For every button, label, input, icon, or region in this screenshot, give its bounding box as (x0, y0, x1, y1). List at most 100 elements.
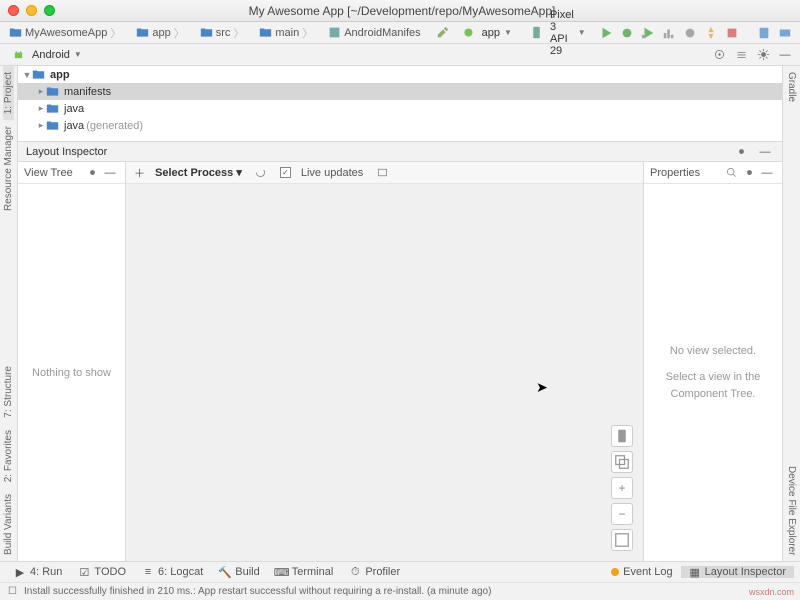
inspector-canvas: ＋ Select Process ▾ ✓ Live updates ➤ + (126, 162, 644, 561)
tree-row[interactable]: ▸ manifests (18, 83, 782, 100)
mode-3d-button[interactable] (611, 451, 633, 473)
gear-icon[interactable] (83, 164, 101, 182)
tab-logcat[interactable]: ≡6: Logcat (134, 566, 211, 578)
project-view-dropdown[interactable]: Android ▼ (6, 46, 88, 63)
profiler-icon: ⏱ (349, 566, 361, 578)
hide-panel-icon[interactable]: — (756, 143, 774, 161)
mouse-cursor-icon: ➤ (536, 379, 548, 396)
folder-icon (9, 26, 22, 39)
event-dot-icon (611, 568, 619, 576)
hide-panel-icon[interactable]: — (101, 164, 119, 182)
stop-button[interactable] (724, 25, 740, 41)
breadcrumb-item[interactable]: AndroidManifes (325, 26, 423, 39)
folder-icon (46, 119, 59, 132)
zoom-controls: + − (611, 425, 633, 551)
tool-window-device-file-explorer[interactable]: Device File Explorer (786, 460, 797, 561)
tool-window-gradle[interactable]: Gradle (786, 66, 797, 108)
folder-icon (46, 102, 59, 115)
device-dropdown[interactable]: Pixel 3 API 29 ▼ (524, 7, 592, 59)
collapse-all-icon[interactable] (732, 46, 750, 64)
left-tool-stripe: 1: Project Resource Manager 7: Structure… (0, 66, 18, 561)
android-icon (462, 26, 475, 39)
run-button[interactable] (598, 25, 614, 41)
build-icon: 🔨 (219, 566, 231, 578)
coverage-button[interactable] (640, 25, 656, 41)
tree-row[interactable]: ▸ java (generated) (18, 117, 782, 134)
view-tree-panel: View Tree — Nothing to show (18, 162, 126, 561)
tool-window-project[interactable]: 1: Project (3, 66, 14, 120)
terminal-icon: ⌨ (276, 566, 288, 578)
tab-build[interactable]: 🔨Build (211, 566, 267, 578)
layout-inspector-panel: Layout Inspector — View Tree — Nothing t… (18, 142, 782, 561)
device-label: Pixel 3 API 29 (550, 9, 574, 57)
debug-button[interactable] (619, 25, 635, 41)
snapshot-icon[interactable] (373, 164, 391, 182)
status-icon: ☐ (6, 585, 19, 598)
run-config-dropdown[interactable]: app ▼ (456, 24, 518, 41)
window-titlebar: My Awesome App [~/Development/repo/MyAwe… (0, 0, 800, 22)
properties-empty: No view selected. Select a view in the C… (644, 184, 782, 561)
breadcrumb-item[interactable]: app〉 (133, 25, 190, 41)
sdk-manager-icon[interactable] (777, 25, 793, 41)
module-icon (32, 68, 45, 81)
tree-label: java (64, 120, 84, 132)
run-config-label: app (482, 27, 500, 39)
build-hammer-icon[interactable] (436, 25, 450, 41)
gear-icon[interactable] (732, 143, 750, 161)
tool-window-structure[interactable]: 7: Structure (3, 360, 14, 424)
apply-changes-icon[interactable] (703, 25, 719, 41)
window-title: My Awesome App [~/Development/repo/MyAwe… (12, 4, 792, 18)
gear-icon[interactable] (740, 164, 758, 182)
breadcrumb-label: src (216, 27, 231, 39)
avd-manager-icon[interactable] (756, 25, 772, 41)
canvas-toolbar: ＋ Select Process ▾ ✓ Live updates (126, 162, 643, 184)
tab-event-log[interactable]: Event Log (603, 566, 681, 578)
breadcrumb-label: app (152, 27, 170, 39)
properties-empty-line: No view selected. (670, 343, 756, 360)
zoom-fit-button[interactable] (611, 529, 633, 551)
breadcrumb-item[interactable]: main〉 (256, 25, 319, 41)
project-view-label: Android (32, 49, 70, 61)
run-icon: ▶ (14, 566, 26, 578)
project-tree[interactable]: ▼ app ▸ manifests ▸ java ▸ java (generat… (18, 66, 782, 142)
tool-window-resource-manager[interactable]: Resource Manager (3, 120, 14, 217)
module-select-bar: Android ▼ — (0, 44, 800, 66)
breadcrumb-item[interactable]: src〉 (197, 25, 251, 41)
tab-terminal[interactable]: ⌨Terminal (268, 566, 342, 578)
attach-debugger-button[interactable] (682, 25, 698, 41)
gear-icon[interactable] (754, 46, 772, 64)
select-process-dropdown[interactable]: Select Process ▾ (155, 166, 242, 179)
tab-layout-inspector[interactable]: ▦Layout Inspector (681, 566, 794, 578)
inspector-header: Layout Inspector — (18, 142, 782, 162)
tree-label: app (50, 69, 70, 81)
add-process-icon[interactable]: ＋ (134, 165, 145, 181)
bottom-tool-tabs: ▶4: Run ☑TODO ≡6: Logcat 🔨Build ⌨Termina… (0, 561, 800, 582)
scroll-from-source-icon[interactable] (710, 46, 728, 64)
pan-button[interactable] (611, 425, 633, 447)
inspector-title: Layout Inspector (26, 146, 107, 158)
tree-row-root[interactable]: ▼ app (18, 66, 782, 83)
main-toolbar: MyAwesomeApp〉 app〉 src〉 main〉 AndroidMan… (0, 22, 800, 44)
tree-row[interactable]: ▸ java (18, 100, 782, 117)
refresh-icon[interactable] (252, 164, 270, 182)
tree-suffix: (generated) (86, 120, 143, 132)
tab-run[interactable]: ▶4: Run (6, 566, 70, 578)
zoom-in-button[interactable]: + (611, 477, 633, 499)
search-icon[interactable] (722, 164, 740, 182)
canvas-area[interactable]: ➤ + − (126, 184, 643, 561)
tool-window-favorites[interactable]: 2: Favorites (3, 424, 14, 488)
zoom-out-button[interactable]: − (611, 503, 633, 525)
breadcrumb-label: main (275, 27, 299, 39)
live-updates-checkbox[interactable]: ✓ (280, 167, 291, 178)
breadcrumb-label: MyAwesomeApp (25, 27, 107, 39)
properties-panel: Properties — No view selected. Select a … (644, 162, 782, 561)
hide-panel-icon[interactable]: — (758, 164, 776, 182)
tab-profiler[interactable]: ⏱Profiler (341, 566, 408, 578)
tree-label: manifests (64, 86, 111, 98)
hide-panel-icon[interactable]: — (776, 46, 794, 64)
tool-window-build-variants[interactable]: Build Variants (3, 488, 14, 561)
breadcrumb-root[interactable]: MyAwesomeApp〉 (6, 25, 127, 41)
properties-title: Properties (650, 167, 700, 179)
profiler-button[interactable] (661, 25, 677, 41)
tab-todo[interactable]: ☑TODO (70, 566, 134, 578)
